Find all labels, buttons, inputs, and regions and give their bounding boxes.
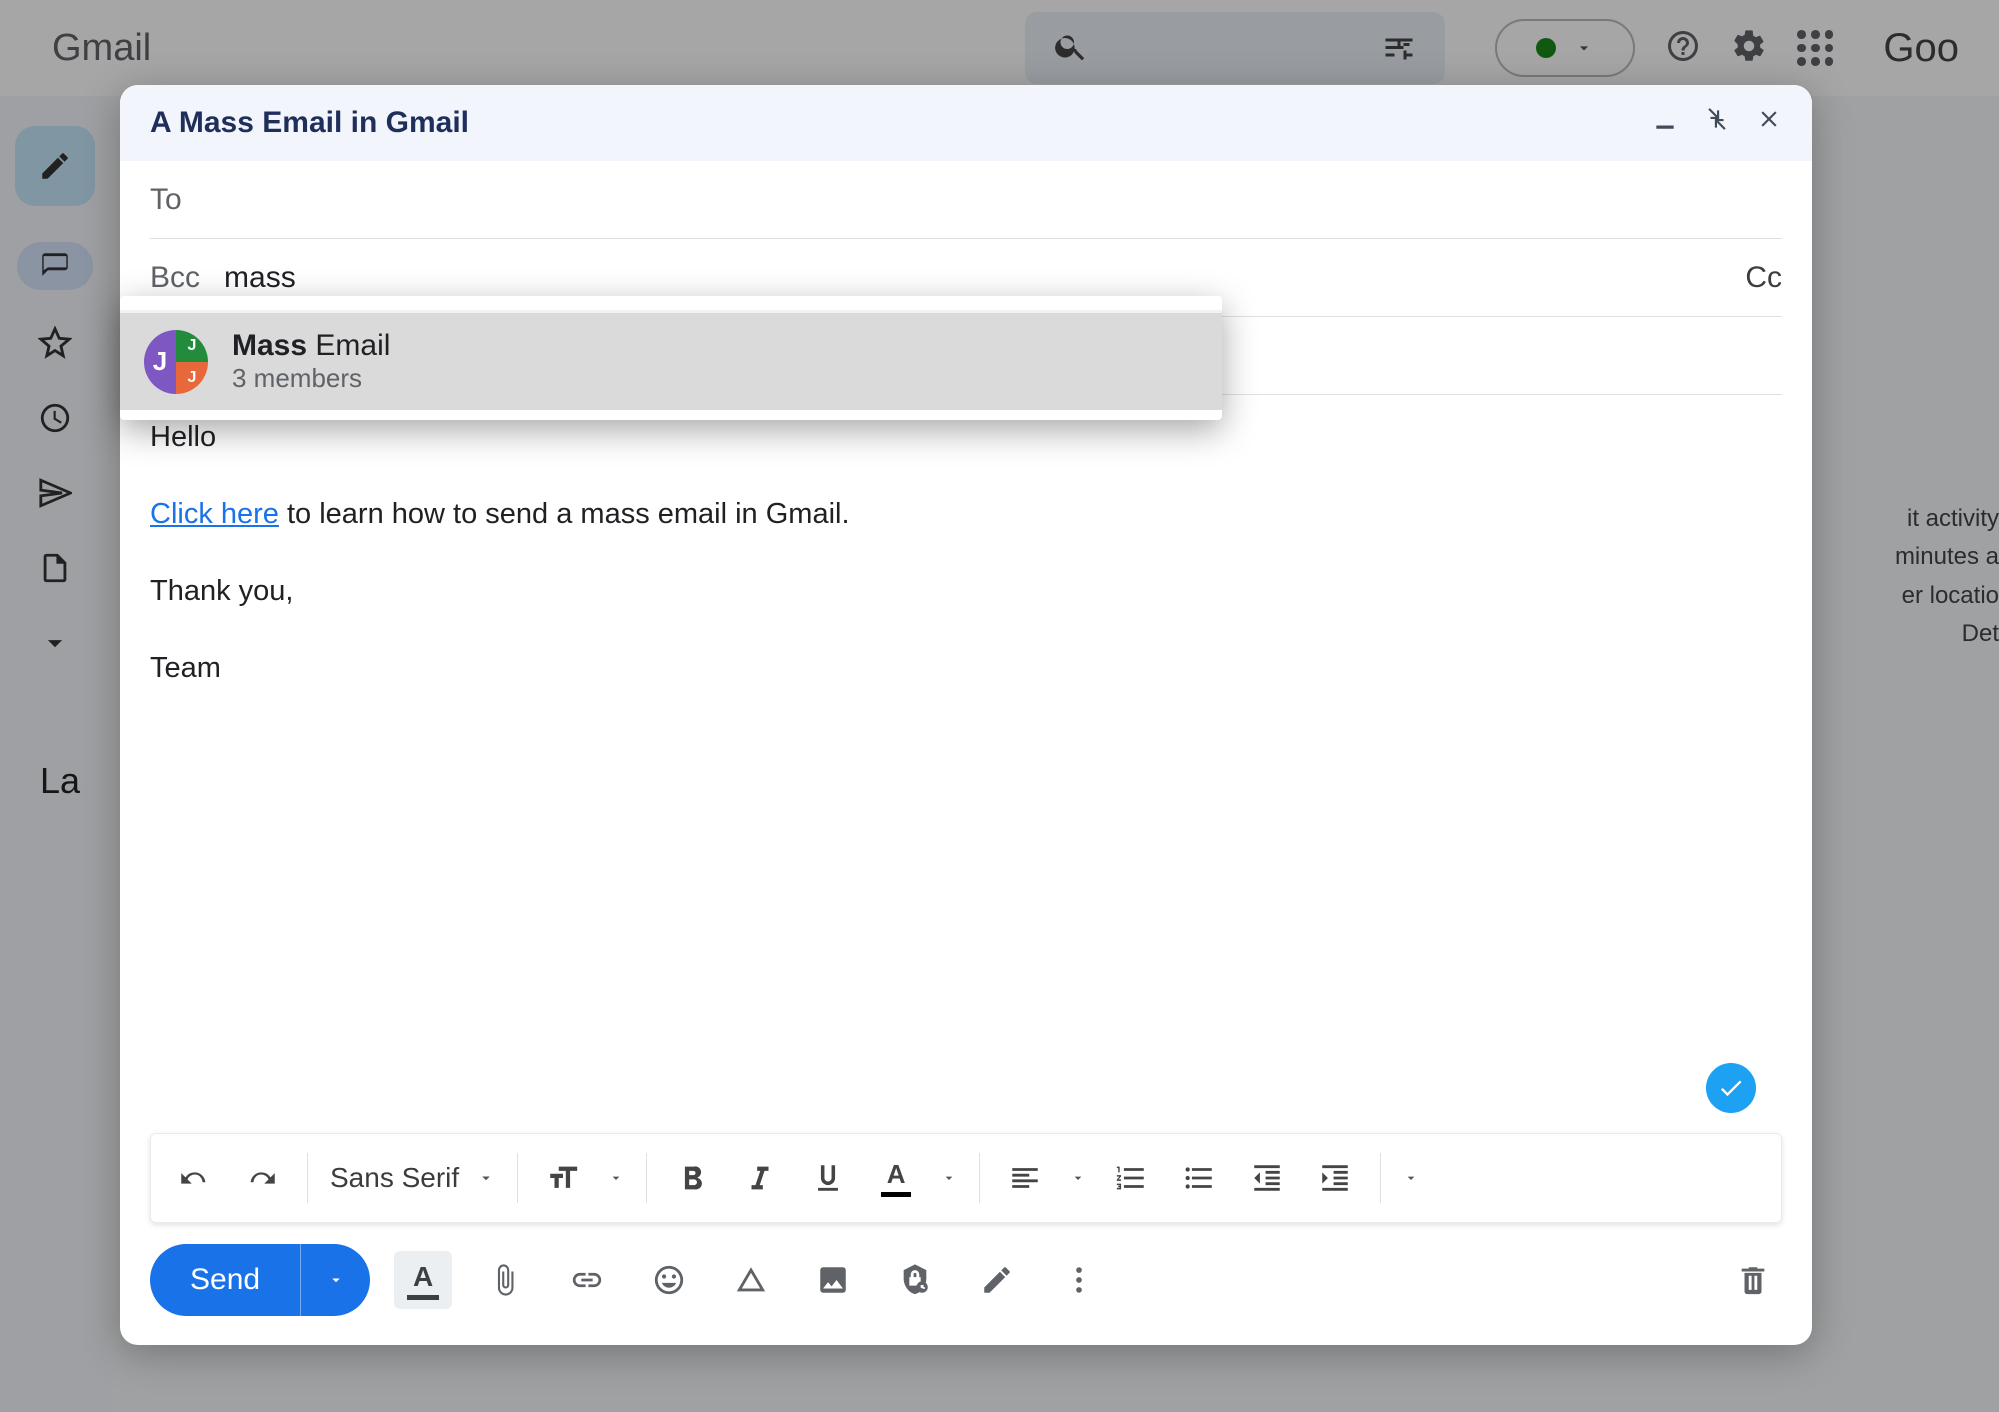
bold-button[interactable] (669, 1148, 715, 1208)
formatting-toggle-button[interactable]: A (394, 1251, 452, 1309)
send-more-icon[interactable] (300, 1244, 370, 1316)
indent-less-button[interactable] (1244, 1148, 1290, 1208)
suggestion-subtitle: 3 members (232, 363, 390, 394)
redo-button[interactable] (239, 1148, 285, 1208)
body-text[interactable]: to learn how to send a mass email in Gma… (279, 498, 850, 530)
indent-more-button[interactable] (1312, 1148, 1358, 1208)
body-line[interactable]: Team (150, 646, 1782, 691)
font-size-button[interactable] (540, 1148, 586, 1208)
compose-body[interactable]: Hello Click here to learn how to send a … (120, 395, 1812, 1133)
body-line[interactable]: Hello (150, 415, 1782, 460)
emoji-icon[interactable] (640, 1251, 698, 1309)
caret-down-icon[interactable] (608, 1170, 624, 1186)
separator (646, 1153, 647, 1203)
attach-icon[interactable] (476, 1251, 534, 1309)
more-formatting-icon[interactable] (1403, 1170, 1419, 1186)
confidential-icon[interactable] (886, 1251, 944, 1309)
compose-action-bar: Send A (120, 1235, 1812, 1345)
compose-title: A Mass Email in Gmail (150, 106, 469, 140)
signature-icon[interactable] (968, 1251, 1026, 1309)
suggestion-title: Mass Email (232, 329, 390, 363)
caret-down-icon (477, 1169, 495, 1187)
body-link[interactable]: Click here (150, 498, 279, 530)
more-options-icon[interactable] (1050, 1251, 1108, 1309)
send-label[interactable]: Send (150, 1244, 300, 1316)
body-line[interactable]: Thank you, (150, 569, 1782, 614)
drive-icon[interactable] (722, 1251, 780, 1309)
bulleted-list-button[interactable] (1176, 1148, 1222, 1208)
spellcheck-badge[interactable] (1706, 1063, 1756, 1113)
bcc-input[interactable] (224, 261, 1782, 295)
bcc-label: Bcc (150, 261, 200, 295)
cc-toggle[interactable]: Cc (1745, 261, 1782, 295)
separator (979, 1153, 980, 1203)
compose-window: A Mass Email in Gmail To Bcc Cc A Ma Hel… (120, 85, 1812, 1345)
to-label: To (150, 183, 182, 217)
numbered-list-button[interactable] (1108, 1148, 1154, 1208)
underline-button[interactable] (805, 1148, 851, 1208)
formatting-toolbar: Sans Serif A (150, 1133, 1782, 1223)
link-icon[interactable] (558, 1251, 616, 1309)
exit-fullscreen-icon[interactable] (1704, 106, 1730, 140)
send-button[interactable]: Send (150, 1244, 370, 1316)
discard-draft-icon[interactable] (1724, 1251, 1782, 1309)
body-line[interactable]: Click here to learn how to send a mass e… (150, 492, 1782, 537)
align-button[interactable] (1002, 1148, 1048, 1208)
caret-down-icon[interactable] (941, 1170, 957, 1186)
font-selector[interactable]: Sans Serif (330, 1162, 495, 1194)
font-name: Sans Serif (330, 1162, 459, 1194)
text-color-button[interactable]: A (873, 1148, 919, 1208)
separator (1380, 1153, 1381, 1203)
group-avatar-icon: J J J (144, 330, 208, 394)
separator (517, 1153, 518, 1203)
minimize-icon[interactable] (1652, 106, 1678, 140)
separator (307, 1153, 308, 1203)
compose-titlebar[interactable]: A Mass Email in Gmail (120, 85, 1812, 161)
close-icon[interactable] (1756, 106, 1782, 140)
to-input[interactable] (206, 183, 1782, 217)
contact-suggestion-dropdown: J J J Mass Email 3 members (120, 296, 1222, 420)
contact-suggestion-item[interactable]: J J J Mass Email 3 members (120, 313, 1222, 410)
italic-button[interactable] (737, 1148, 783, 1208)
undo-button[interactable] (171, 1148, 217, 1208)
caret-down-icon[interactable] (1070, 1170, 1086, 1186)
image-icon[interactable] (804, 1251, 862, 1309)
to-row[interactable]: To (150, 161, 1782, 239)
